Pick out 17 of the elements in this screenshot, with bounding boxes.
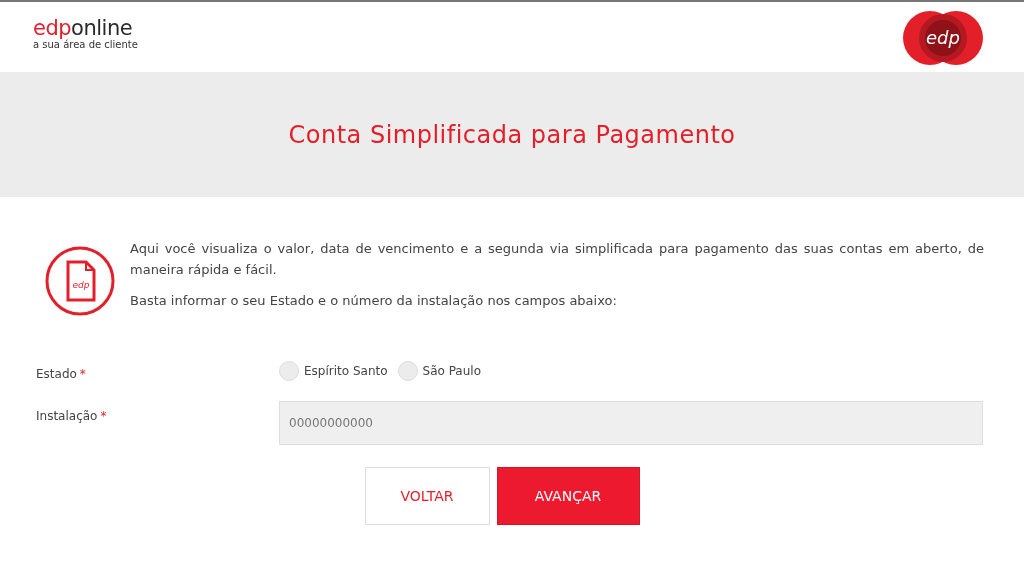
field-label: Estado bbox=[36, 367, 77, 381]
back-button[interactable]: VOLTAR bbox=[364, 467, 490, 525]
required-mark: * bbox=[79, 367, 86, 381]
radio-label[interactable]: São Paulo bbox=[422, 364, 481, 378]
field-label: Instalação bbox=[36, 409, 98, 423]
next-button[interactable]: AVANÇAR bbox=[496, 467, 640, 525]
radio-button[interactable] bbox=[397, 361, 418, 381]
intro-text: Aqui você visualiza o valor, data de vencimento e a segunda via simplificada para pagamento das suas contas em aberto, de maneira rápida e fácil. bbox=[130, 240, 984, 279]
document-icon: edp bbox=[44, 245, 116, 317]
page-title: Conta Simplificada para Pagamento bbox=[288, 120, 736, 149]
edponline-logo: edponline bbox=[33, 17, 134, 39]
required-mark: * bbox=[100, 409, 107, 423]
logo-tagline: a sua área de cliente bbox=[33, 39, 138, 51]
intro-text: Basta informar o seu Estado e o número da instalação nos campos abaixo: bbox=[130, 292, 618, 310]
installation-input[interactable]: 00000000000 bbox=[279, 401, 983, 445]
radio-button[interactable] bbox=[279, 361, 299, 381]
radio-label[interactable]: Espírito Santo bbox=[304, 364, 388, 378]
